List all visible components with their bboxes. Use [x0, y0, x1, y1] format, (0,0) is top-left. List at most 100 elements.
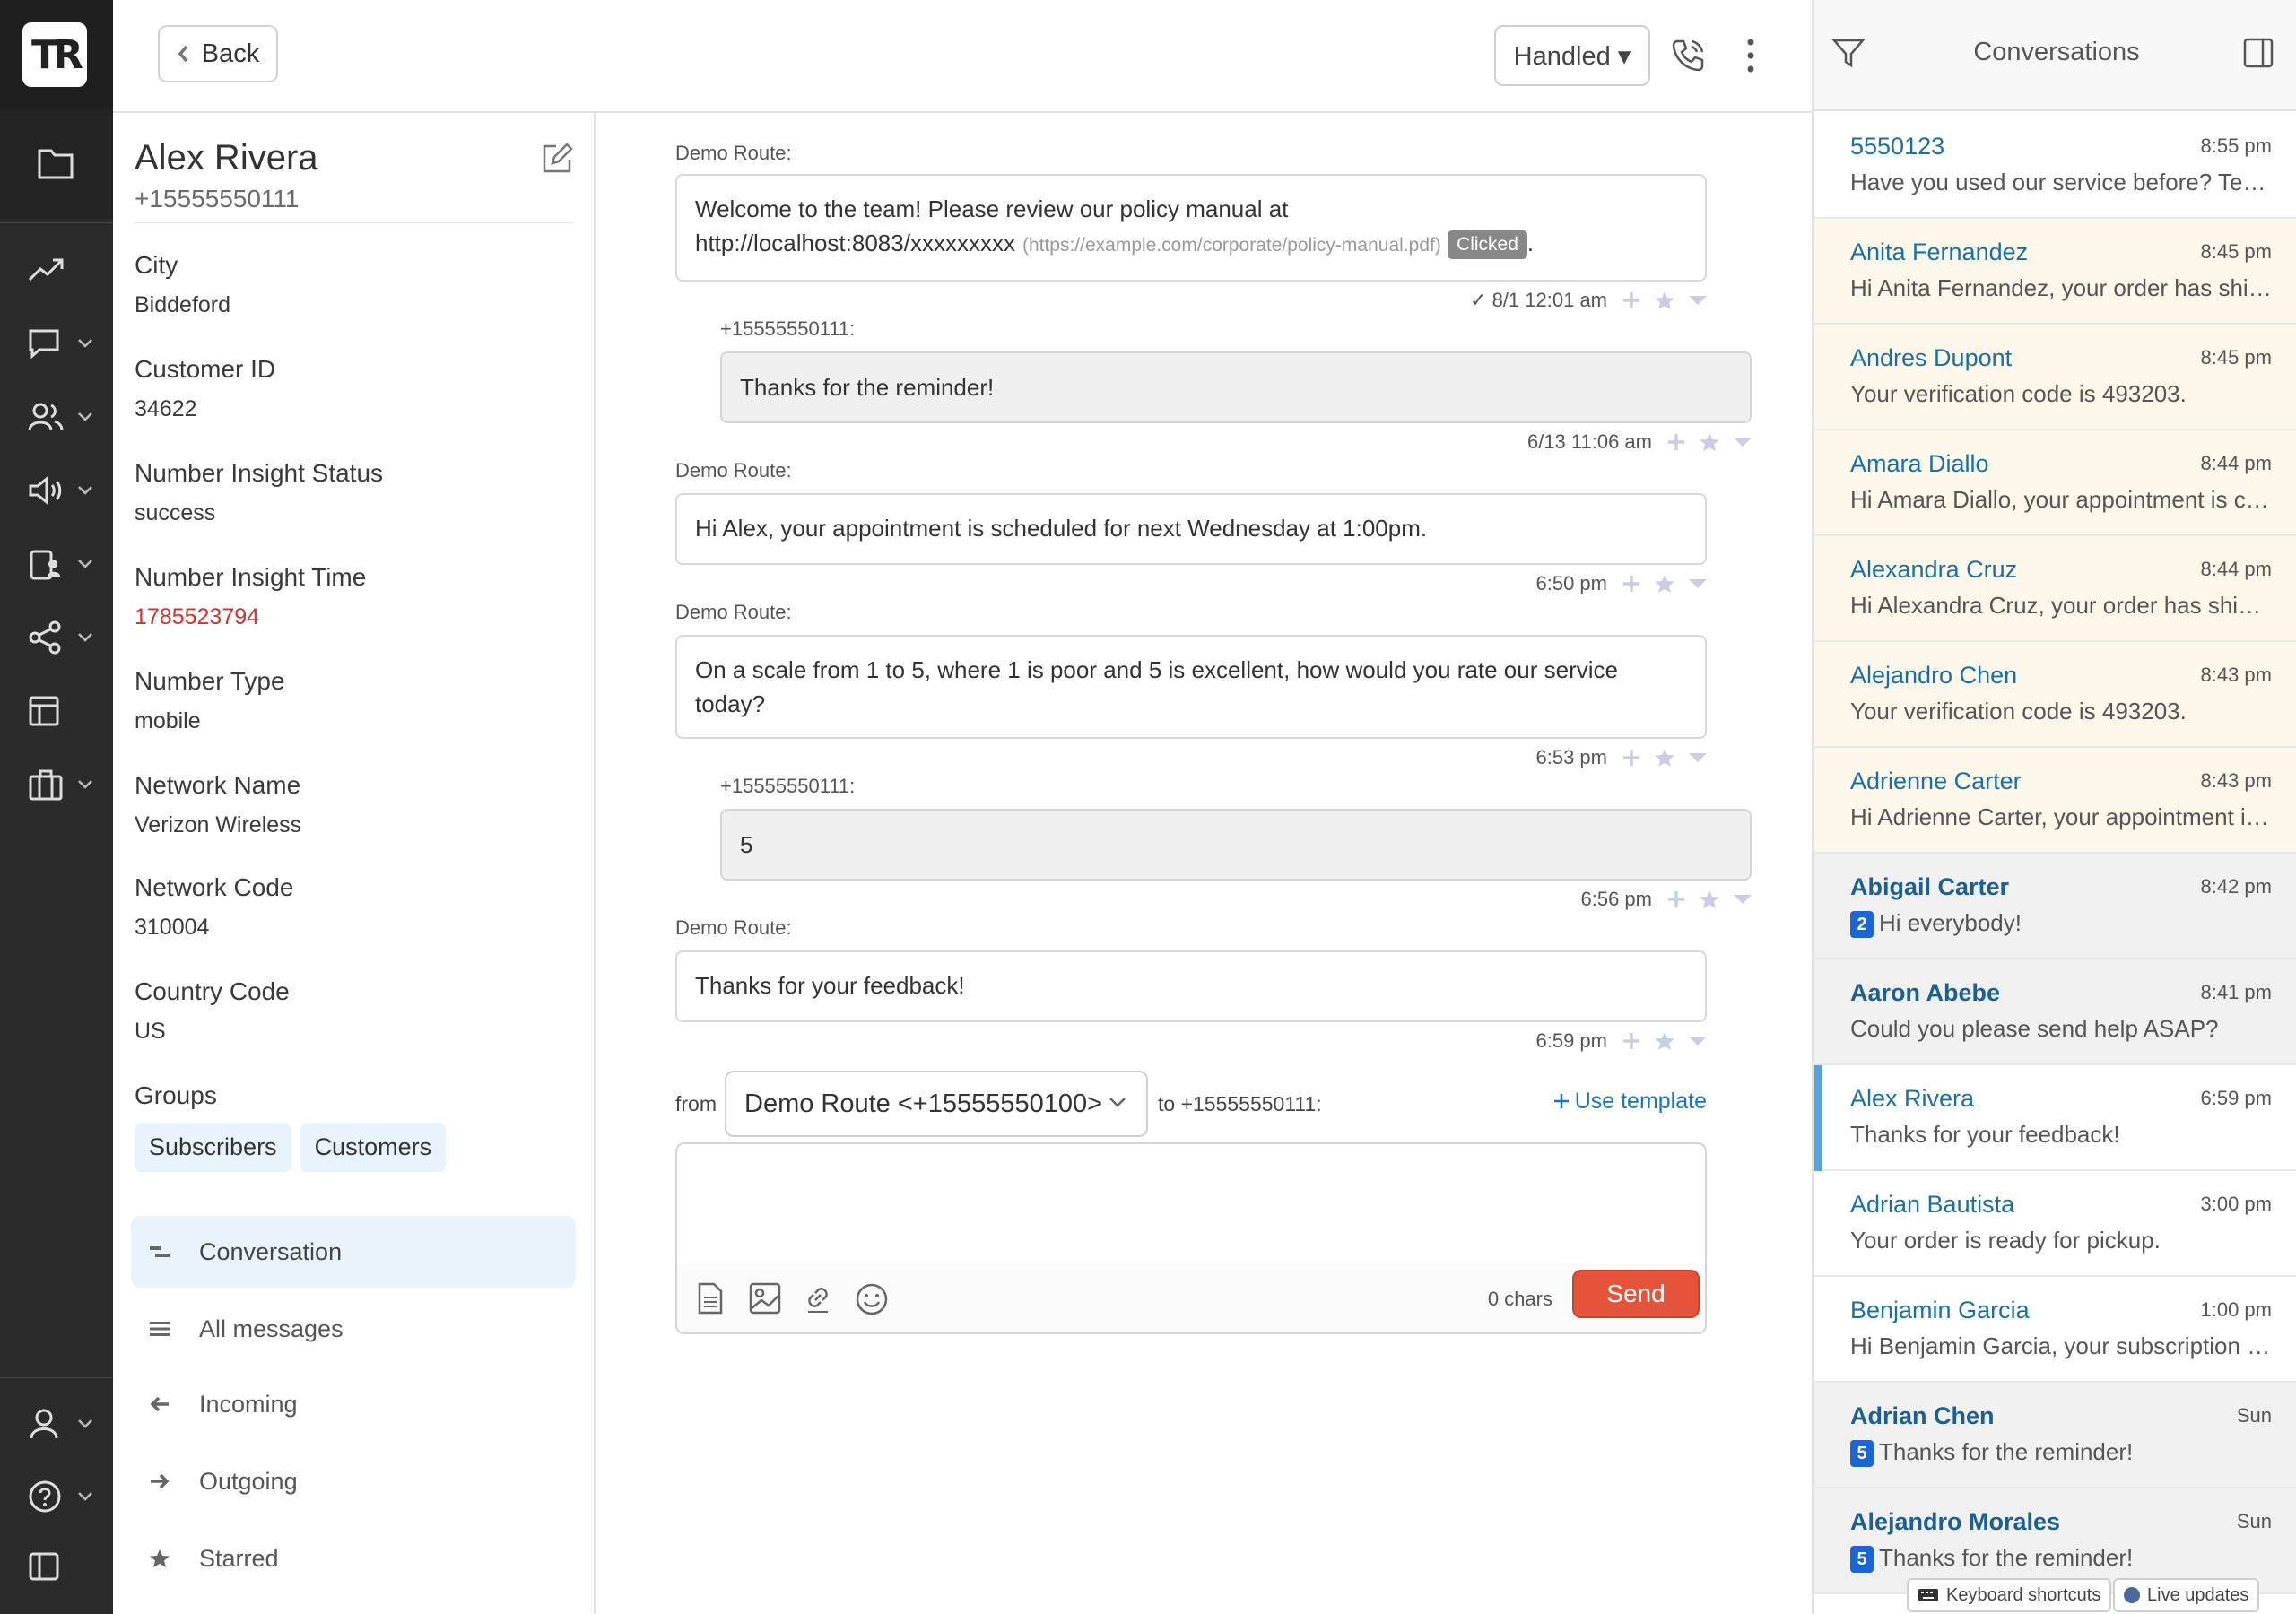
menu-incoming[interactable]: Incoming [131, 1368, 576, 1440]
preview-text: Have you used our service before? Text Y… [1850, 169, 2272, 195]
field-label: Number Type [135, 667, 285, 695]
star-icon[interactable] [1654, 291, 1675, 310]
preview-text: Hi Alexandra Cruz, your order has shippe… [1850, 592, 2272, 619]
conversation-preview: Your order is ready for pickup. [1850, 1227, 2272, 1254]
star-icon[interactable] [1654, 748, 1675, 768]
emoji-icon[interactable] [855, 1282, 889, 1316]
more-vertical-icon[interactable] [1745, 38, 1756, 74]
menu-starred[interactable]: Starred [131, 1523, 576, 1594]
image-icon[interactable] [749, 1282, 781, 1315]
nav-item-business[interactable] [0, 753, 113, 816]
caret-down-icon[interactable] [1688, 751, 1708, 764]
star-icon[interactable] [1654, 574, 1675, 594]
conversation-item[interactable]: 5550123 8:55 pm Have you used our service … [1814, 113, 2296, 219]
conversation-name: Amara Diallo [1850, 450, 1989, 477]
nav-item-automation[interactable] [0, 533, 113, 595]
link-icon[interactable] [803, 1282, 833, 1315]
conversation-time: 8:45 pm [2200, 346, 2273, 369]
menu-outgoing[interactable]: Outgoing [131, 1445, 576, 1517]
divider [135, 222, 574, 223]
message-link[interactable]: http://localhost:8083/xxxxxxxxx [695, 230, 1015, 256]
conversation-item[interactable]: Aaron Abebe 8:41 pm Could you please send … [1814, 959, 2296, 1065]
conversation-time: 8:41 pm [2200, 981, 2273, 1003]
field-number-insight-time: Number Insight Time 1785523794 [135, 563, 366, 630]
message-input[interactable] [677, 1144, 1705, 1265]
conversation-item[interactable]: Andres Dupont 8:45 pm Your verification co… [1814, 325, 2296, 430]
chevron-down-icon [78, 339, 92, 348]
star-icon[interactable] [1699, 889, 1720, 909]
conversation-preview: Hi Amara Diallo, your appointment is con… [1850, 486, 2272, 514]
menu-conversation[interactable]: Conversation [131, 1216, 576, 1288]
add-icon[interactable] [1622, 1031, 1641, 1051]
back-button[interactable]: Back [158, 25, 278, 82]
preview-text: Your verification code is 493203. [1850, 698, 2187, 725]
caret-down-icon[interactable] [1733, 436, 1752, 448]
edit-icon[interactable] [540, 142, 574, 176]
message-meta: 6:59 pm [1536, 1029, 1709, 1053]
caret-down-icon[interactable] [1688, 1035, 1708, 1047]
star-icon[interactable] [1699, 432, 1720, 452]
nav-item-help[interactable] [0, 1465, 113, 1528]
conversation-item[interactable]: Benjamin Garcia 1:00 pm Hi Benjamin Garcia… [1814, 1277, 2296, 1383]
add-icon[interactable] [1622, 291, 1641, 310]
conversation-item[interactable]: Adrian Bautista 3:00 pm Your order is read… [1814, 1171, 2296, 1277]
conversation-item[interactable]: Anita Fernandez 8:45 pm Hi Anita Fernandez… [1814, 219, 2296, 325]
preview-text: Hi Anita Fernandez, your order has shipp… [1850, 274, 2272, 301]
star-icon[interactable] [1654, 1031, 1675, 1051]
outgoing-message: Thanks for your feedback! [675, 950, 1707, 1022]
panel-toggle-icon[interactable] [2243, 38, 2274, 68]
route-select[interactable]: Demo Route <+15555550100> [725, 1071, 1148, 1137]
add-icon[interactable] [1666, 432, 1686, 452]
caret-down-icon[interactable] [1733, 893, 1752, 906]
caret-down-icon[interactable] [1688, 577, 1708, 590]
add-icon[interactable] [1666, 889, 1686, 909]
conversation-preview: 5 Thanks for the reminder! [1850, 1544, 2272, 1574]
nav-item-contacts[interactable] [0, 386, 113, 448]
unread-badge: 5 [1850, 1440, 1874, 1468]
nav-item-integrations[interactable] [0, 606, 113, 669]
add-icon[interactable] [1622, 748, 1641, 768]
conversation-name: Adrienne Carter [1850, 768, 2022, 794]
group-chip[interactable]: Subscribers [135, 1123, 291, 1172]
nav-item-tables[interactable] [0, 680, 113, 742]
share-icon [29, 620, 61, 655]
conversation-item[interactable]: Alexandra Cruz 8:44 pm Hi Alexandra Cruz, … [1814, 536, 2296, 642]
status-dropdown[interactable]: Handled ▾ [1494, 25, 1650, 86]
conversation-time: 1:00 pm [2200, 1298, 2273, 1321]
caret-down-icon[interactable] [1688, 294, 1708, 307]
status-label: Handled ▾ [1513, 41, 1631, 71]
app-logo[interactable]: TR [22, 22, 87, 87]
incoming-message: Thanks for the reminder! [720, 351, 1752, 423]
nav-item-inbox[interactable] [0, 109, 113, 219]
nav-item-messages[interactable] [0, 312, 113, 375]
phone-call-icon[interactable] [1670, 38, 1706, 74]
conversation-item[interactable]: Abigail Carter 8:42 pm 2 Hi everybody! [1814, 854, 2296, 959]
conversation-item[interactable]: Adrienne Carter 8:43 pm Hi Adrienne Carter… [1814, 748, 2296, 854]
conversation-preview: Your verification code is 493203. [1850, 698, 2272, 725]
use-template-link[interactable]: Use template [1553, 1089, 1707, 1115]
nav-item-campaigns[interactable] [0, 459, 113, 522]
document-icon[interactable] [697, 1282, 724, 1315]
collapse-sidebar-button[interactable] [0, 1535, 113, 1598]
field-customer-id: Customer ID 34622 [135, 355, 275, 422]
sidebar-toggle-icon [29, 1552, 59, 1581]
conversation-item[interactable]: Alex Rivera 6:59 pm Thanks for your feedba… [1814, 1065, 2296, 1171]
outgoing-message: Welcome to the team! Please review our p… [675, 174, 1707, 282]
nav-item-account[interactable] [0, 1393, 113, 1455]
conversation-item[interactable]: Amara Diallo 8:44 pm Hi Amara Diallo, your… [1814, 430, 2296, 536]
menu-all-messages[interactable]: All messages [131, 1293, 576, 1365]
conversation-item[interactable]: Adrian Chen Sun 5 Thanks for the reminder! [1814, 1383, 2296, 1488]
preview-text: Your order is ready for pickup. [1850, 1227, 2161, 1254]
composer-toolbar: 0 chars Send [677, 1264, 1705, 1332]
live-updates-toggle[interactable]: Live updates [2113, 1578, 2260, 1612]
nav-item-analytics[interactable] [0, 239, 113, 301]
send-button[interactable]: Send [1572, 1270, 1700, 1318]
conversation-item[interactable]: Alejandro Chen 8:43 pm Your verification c… [1814, 642, 2296, 748]
add-icon[interactable] [1622, 574, 1641, 594]
conversations-title: Conversations [1973, 38, 2140, 66]
field-label: Number Insight Status [135, 459, 384, 487]
keyboard-shortcuts-button[interactable]: Keyboard shortcuts [1907, 1578, 2112, 1612]
group-chip[interactable]: Customers [300, 1123, 447, 1172]
message-trail: . [1526, 230, 1535, 256]
sender-label: Demo Route: [675, 916, 792, 939]
